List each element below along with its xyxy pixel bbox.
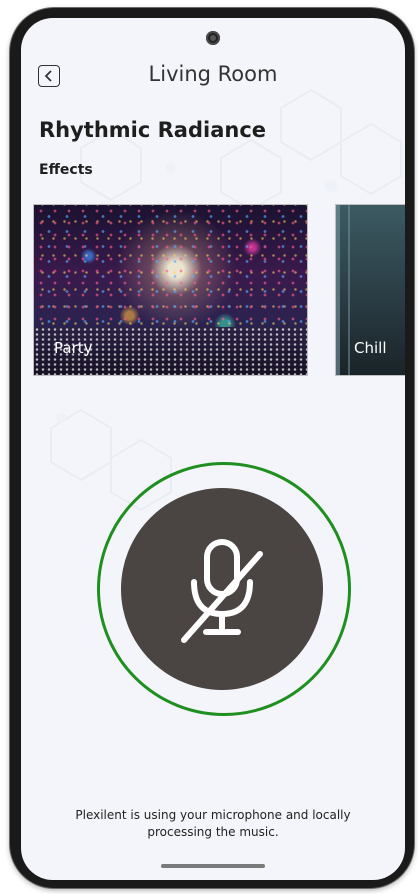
microphone-toggle-button[interactable] [121,488,323,690]
microphone-status-text: Plexilent is using your microphone and l… [75,808,351,839]
effect-card-label: Chill [354,339,387,357]
home-indicator[interactable] [161,864,265,868]
effect-card-party[interactable]: Party [33,204,308,376]
top-bar: Living Room [21,60,405,94]
page-title: Living Room [148,62,278,86]
effects-carousel[interactable]: Party Chill [21,204,405,378]
effect-card-label: Party [54,339,93,357]
scene-name: Rhythmic Radiance [39,118,267,142]
effect-card-chill[interactable]: Chill [335,204,405,376]
effects-heading: Effects [39,162,93,178]
microphone-off-icon [181,539,263,643]
front-camera [206,31,220,45]
app-screen: Living Room Rhythmic Radiance Effects Pa… [21,18,405,880]
